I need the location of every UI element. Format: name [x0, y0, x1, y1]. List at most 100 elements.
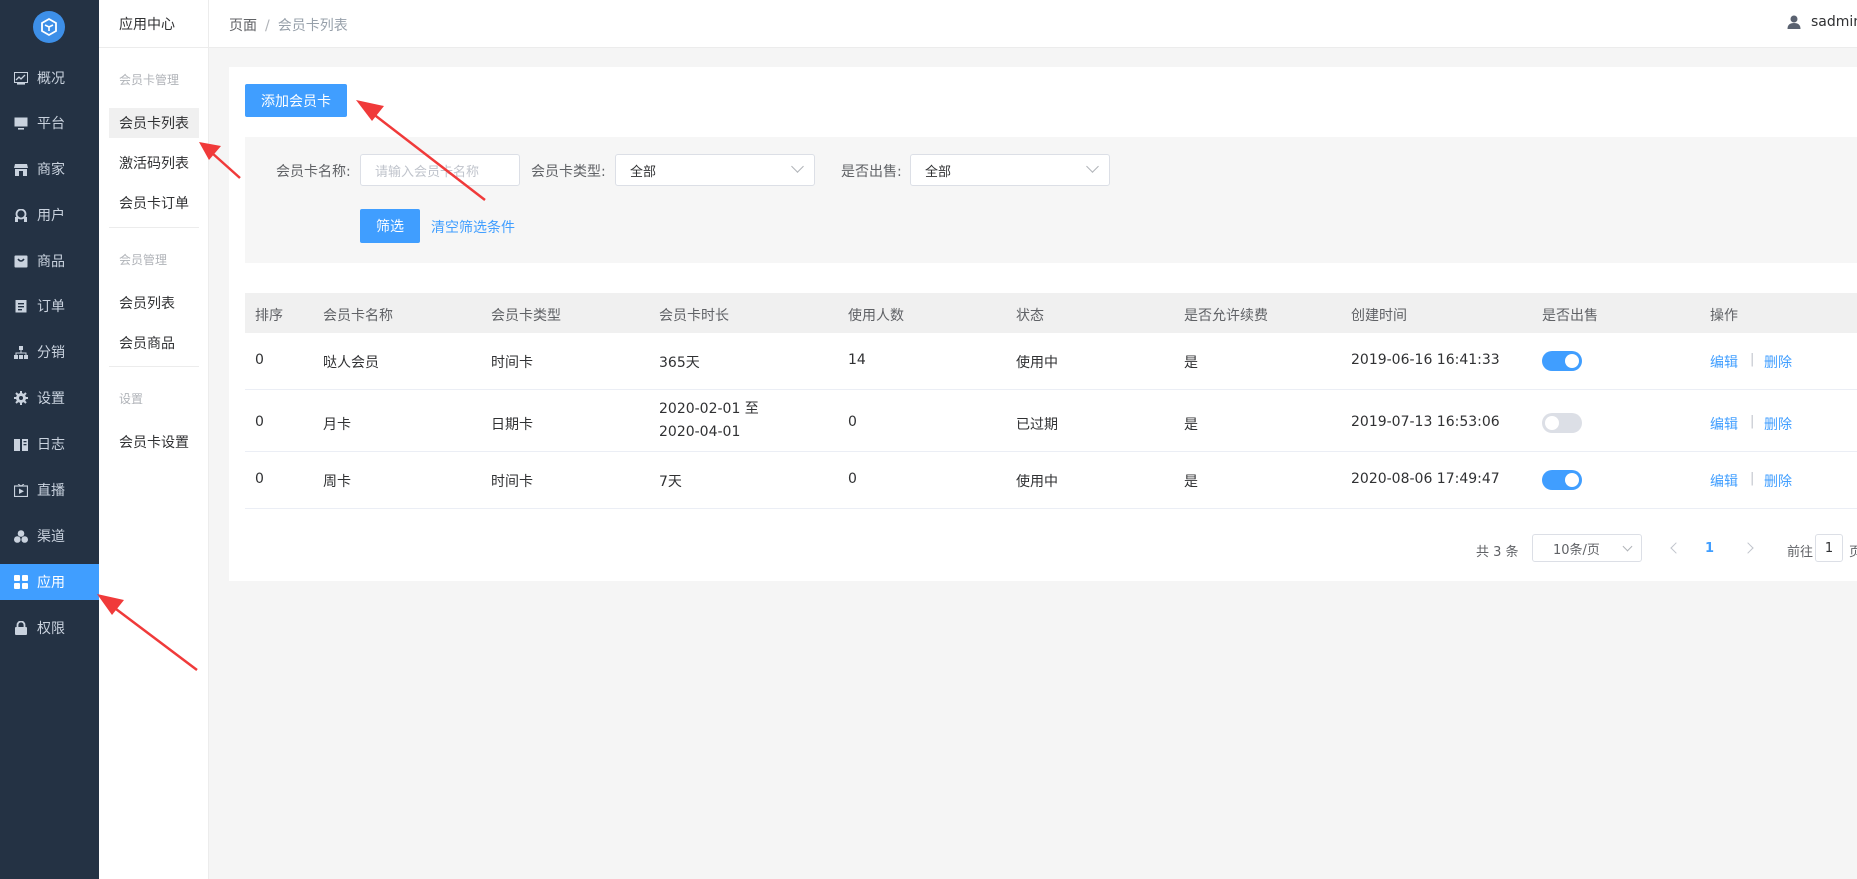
lock-icon — [13, 620, 29, 636]
content-card: 添加会员卡 会员卡名称: 请输入会员卡名称 会员卡类型: 全部 是否出售: 全部… — [229, 67, 1857, 581]
chevron-down-icon — [1622, 541, 1633, 552]
sidebar-item-merchant[interactable]: 商家 — [0, 151, 99, 187]
delete-link[interactable]: 删除 — [1764, 414, 1792, 434]
delete-link[interactable]: 删除 — [1764, 471, 1792, 491]
pager-goto-label: 前往 — [1787, 545, 1814, 560]
column-header: 会员卡时长 — [659, 308, 729, 324]
page-size-select[interactable]: 10条/页 — [1532, 534, 1642, 562]
user-icon — [13, 207, 29, 223]
edit-link[interactable]: 编辑 — [1710, 352, 1738, 372]
submenu-item-card-settings[interactable]: 会员卡设置 — [109, 427, 199, 457]
sidebar-item-goods[interactable]: 商品 — [0, 243, 99, 279]
page-size-value: 10条/页 — [1553, 542, 1600, 558]
sidebar-item-orders[interactable]: 订单 — [0, 288, 99, 324]
sidebar-item-overview[interactable]: 概况 — [0, 60, 99, 96]
cell-duration: 2020-02-01 至 2020-04-01 — [659, 398, 759, 444]
sidebar-item-label: 分销 — [37, 345, 65, 361]
card-type-select[interactable]: 全部 — [615, 154, 815, 186]
sidebar-item-settings[interactable]: 设置 — [0, 380, 99, 416]
sidebar-item-label: 日志 — [37, 437, 65, 453]
submenu-item-code-list[interactable]: 激活码列表 — [109, 148, 199, 178]
sidebar-item-apps[interactable]: 应用 — [0, 564, 99, 600]
filter-name-label: 会员卡名称: — [276, 164, 351, 180]
pager-goto-suffix: 页 — [1849, 545, 1857, 560]
toggle-knob — [1565, 473, 1579, 487]
cell-name: 周卡 — [323, 474, 351, 490]
sidebar-item-label: 平台 — [37, 116, 65, 132]
column-header: 会员卡名称 — [323, 308, 393, 324]
card-type-value: 全部 — [630, 164, 657, 180]
toggle-knob — [1545, 416, 1559, 430]
next-page-button[interactable] — [1742, 542, 1754, 554]
breadcrumb: 页面 / 会员卡列表 — [229, 15, 348, 35]
submenu-divider — [109, 366, 199, 367]
table-row: 0 周卡 时间卡 7天 0 使用中 是 2020-08-06 17:49:47 … — [245, 452, 1857, 509]
sidebar-item-platform[interactable]: 平台 — [0, 105, 99, 141]
store-icon — [13, 161, 29, 177]
column-header: 状态 — [1016, 308, 1044, 324]
goods-icon — [13, 253, 29, 269]
logo-icon[interactable] — [33, 11, 65, 43]
chevron-down-icon — [791, 160, 804, 173]
submenu-group-settings: 设置 — [119, 392, 144, 406]
sidebar-item-logs[interactable]: 日志 — [0, 426, 99, 462]
prev-page-button[interactable] — [1670, 542, 1682, 554]
table-header: 排序 会员卡名称 会员卡类型 会员卡时长 使用人数 状态 是否允许续费 创建时间… — [245, 293, 1857, 333]
page-number-current[interactable]: 1 — [1705, 541, 1714, 556]
submenu-group-member: 会员管理 — [119, 253, 168, 267]
on-sale-toggle[interactable] — [1542, 351, 1582, 371]
clear-filter-link[interactable]: 清空筛选条件 — [431, 217, 515, 237]
cell-renew: 是 — [1184, 474, 1198, 490]
filter-button[interactable]: 筛选 — [360, 209, 420, 243]
sidebar-item-users[interactable]: 用户 — [0, 197, 99, 233]
sidebar-item-distribution[interactable]: 分销 — [0, 334, 99, 370]
submenu-item-member-list[interactable]: 会员列表 — [109, 288, 199, 318]
pager-total: 共 3 条 — [1476, 545, 1519, 560]
grid-icon — [13, 574, 29, 590]
edit-link[interactable]: 编辑 — [1710, 414, 1738, 434]
cell-duration: 7天 — [659, 474, 682, 490]
on-sale-select[interactable]: 全部 — [910, 154, 1110, 186]
action-separator: | — [1750, 352, 1755, 367]
book-icon — [13, 436, 29, 452]
breadcrumb-root[interactable]: 页面 — [229, 18, 257, 34]
user-menu[interactable]: sadmin — [1787, 14, 1857, 30]
sidebar-item-live[interactable]: 直播 — [0, 472, 99, 508]
column-header: 排序 — [255, 308, 283, 324]
sidebar-item-label: 权限 — [37, 621, 65, 637]
cell-status: 使用中 — [1016, 474, 1058, 490]
cell-sort: 0 — [255, 471, 264, 487]
channel-icon — [13, 528, 29, 544]
on-sale-toggle[interactable] — [1542, 470, 1582, 490]
delete-link[interactable]: 删除 — [1764, 352, 1792, 372]
on-sale-value: 全部 — [925, 164, 952, 180]
card-name-input[interactable]: 请输入会员卡名称 — [360, 154, 520, 186]
table-row: 0 月卡 日期卡 2020-02-01 至 2020-04-01 0 已过期 是… — [245, 390, 1857, 452]
breadcrumb-separator: / — [265, 18, 270, 34]
top-header: 页面 / 会员卡列表 sadmin — [209, 0, 1857, 48]
submenu-item-card-list[interactable]: 会员卡列表 — [109, 108, 199, 138]
main-sidebar: 概况 平台 商家 用户 商品 订单 分销 设置 日志 直播 渠道 应用 权限 — [0, 0, 99, 879]
filter-type-label: 会员卡类型: — [531, 164, 606, 180]
username: sadmin — [1811, 14, 1857, 30]
edit-link[interactable]: 编辑 — [1710, 471, 1738, 491]
submenu-item-card-orders[interactable]: 会员卡订单 — [109, 188, 199, 218]
app-root: 概况 平台 商家 用户 商品 订单 分销 设置 日志 直播 渠道 应用 权限 应… — [0, 0, 1857, 879]
user-icon — [1787, 15, 1801, 29]
sidebar-item-channel[interactable]: 渠道 — [0, 518, 99, 554]
sidebar-item-label: 应用 — [37, 575, 65, 591]
chevron-down-icon — [1086, 160, 1099, 173]
submenu-title: 应用中心 — [99, 0, 209, 48]
goto-page-input[interactable]: 1 — [1815, 534, 1843, 562]
column-header: 是否允许续费 — [1184, 308, 1268, 324]
duration-end: 2020-04-01 — [659, 424, 741, 440]
sidebar-item-label: 直播 — [37, 483, 65, 499]
column-header: 是否出售 — [1542, 308, 1598, 324]
on-sale-toggle[interactable] — [1542, 413, 1582, 433]
sidebar-item-permissions[interactable]: 权限 — [0, 610, 99, 646]
filter-panel: 会员卡名称: 请输入会员卡名称 会员卡类型: 全部 是否出售: 全部 筛选 清空… — [245, 137, 1857, 263]
submenu-item-member-goods[interactable]: 会员商品 — [109, 328, 199, 358]
monitor-icon — [13, 115, 29, 131]
add-card-button[interactable]: 添加会员卡 — [245, 84, 347, 117]
cell-created: 2019-06-16 16:41:33 — [1351, 352, 1500, 368]
